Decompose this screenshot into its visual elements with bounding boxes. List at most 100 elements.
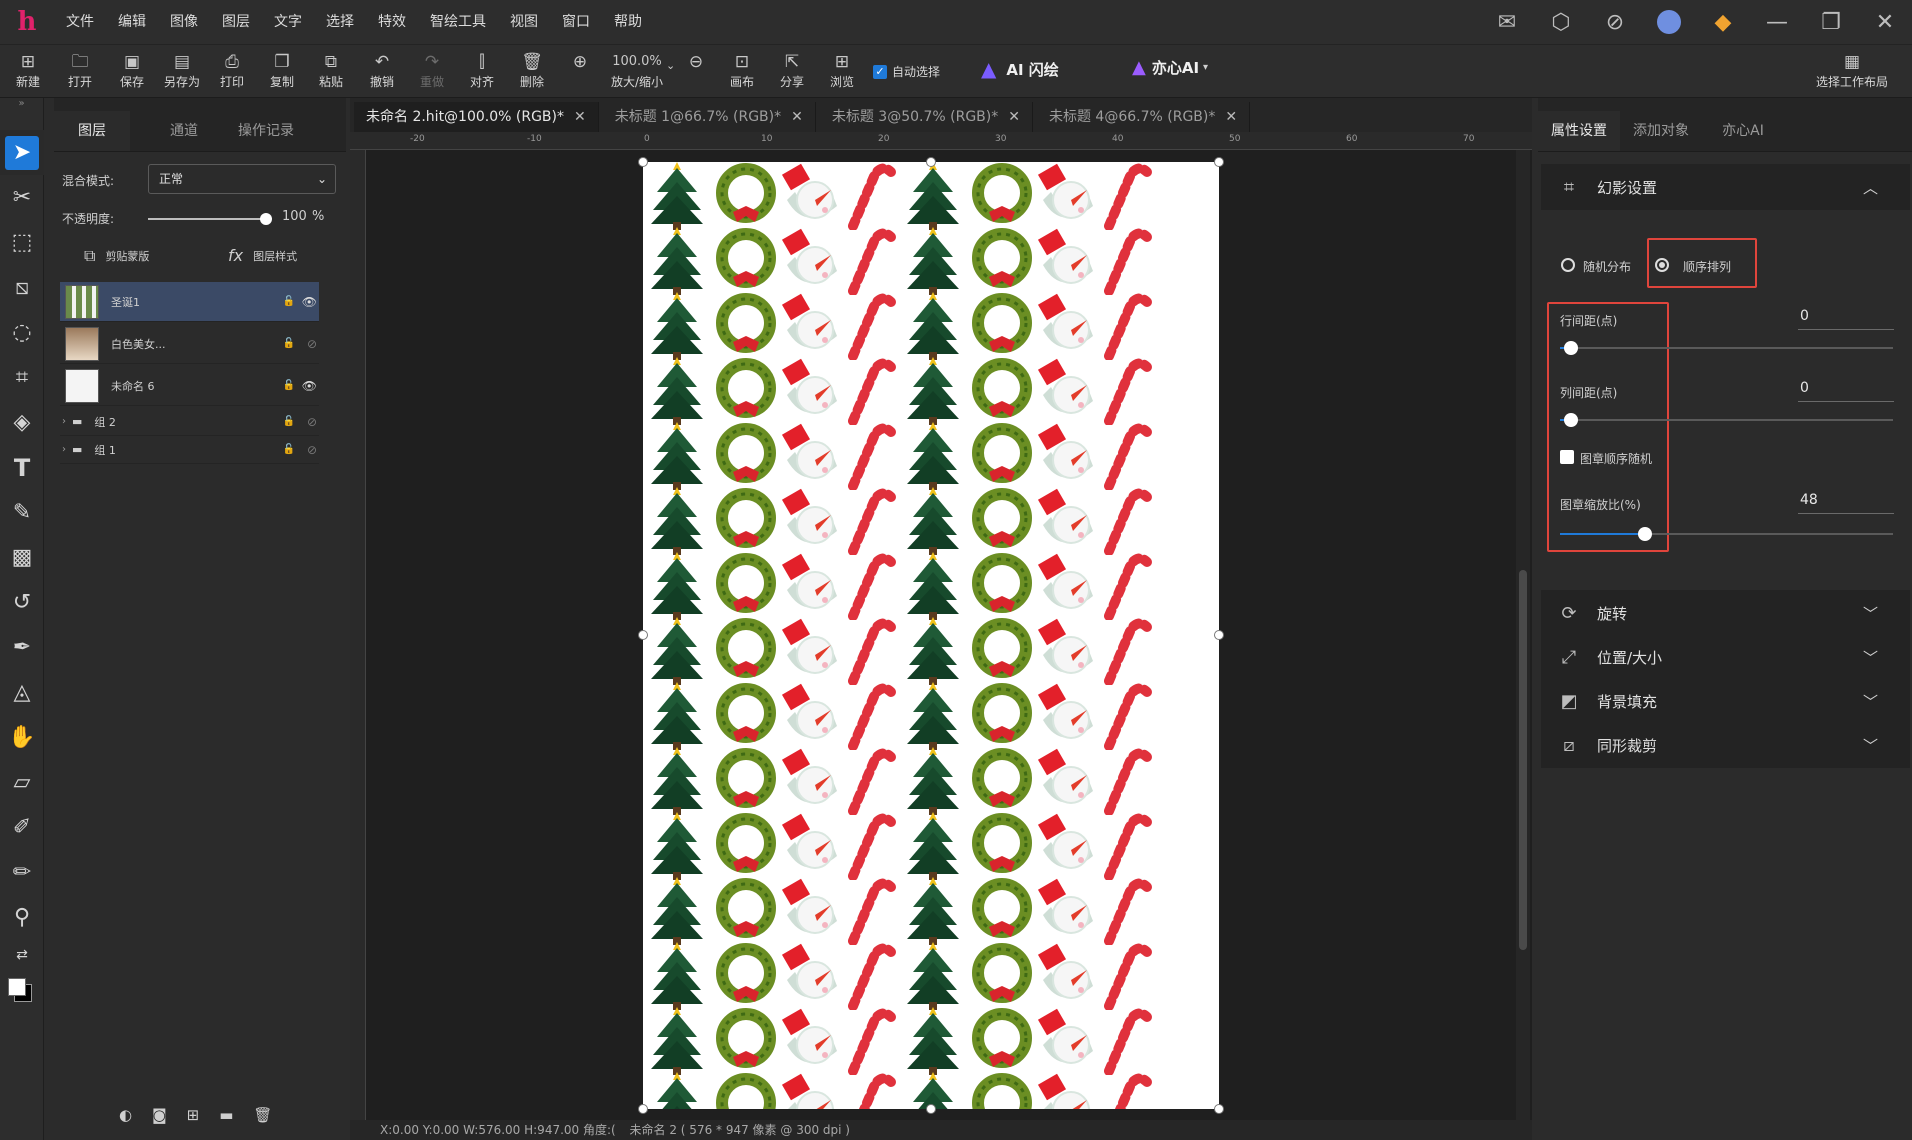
paste-button[interactable]: ⧉ 粘贴	[306, 51, 356, 97]
share-button[interactable]: ⇱ 分享	[767, 51, 817, 97]
layer-group-row[interactable]: › ▬ 组 1 🔓 ⊘	[60, 436, 319, 464]
lock-icon[interactable]: 🔓	[283, 338, 295, 349]
smart-cut-tool[interactable]: ✂	[0, 175, 44, 220]
menu-smart-tools[interactable]: 智绘工具	[418, 0, 498, 44]
tab-add-object[interactable]: 添加对象	[1620, 111, 1702, 151]
layer-row[interactable]: 白色美女... 🔓 ⊘	[60, 324, 319, 364]
lasso-tool[interactable]: ◌	[0, 310, 44, 355]
sequence-radio[interactable]	[1655, 258, 1669, 272]
auto-select-checkbox[interactable]: ✓ 自动选择	[873, 63, 940, 80]
move-tool[interactable]: ➤	[0, 130, 44, 175]
settings-hex-icon[interactable]: ⬡	[1534, 0, 1588, 44]
close-tab-icon[interactable]: ✕	[574, 109, 586, 125]
new-layer-icon[interactable]: ⊞	[187, 1106, 200, 1124]
resize-handle[interactable]	[1214, 630, 1224, 640]
opacity-slider-knob[interactable]	[260, 213, 272, 225]
column-spacing-slider[interactable]	[1560, 413, 1893, 427]
shape-tool[interactable]: ◬	[0, 670, 44, 715]
stamp-scale-slider[interactable]	[1560, 527, 1893, 541]
eye-hidden-icon[interactable]: ⊘	[307, 443, 317, 457]
layer-row[interactable]: 未命名 6 🔓 👁	[60, 366, 319, 406]
row-spacing-input[interactable]: 0	[1798, 308, 1894, 330]
opacity-slider[interactable]	[148, 213, 272, 225]
row-spacing-slider[interactable]	[1560, 341, 1893, 355]
resize-handle[interactable]	[926, 1104, 936, 1114]
doc-tab[interactable]: 未命名 2.hit@100.0% (RGB)* ✕	[354, 102, 599, 132]
doc-tab[interactable]: 未标题 3@50.7% (RGB)* ✕	[820, 102, 1033, 132]
restore-icon[interactable]: ❐	[1804, 0, 1858, 44]
section-rotate[interactable]: ⟳ 旋转 ﹀	[1541, 590, 1910, 636]
avatar[interactable]	[1642, 0, 1696, 44]
vertical-scrollbar[interactable]	[1516, 150, 1530, 1120]
undo-button[interactable]: ↶ 撤销	[357, 51, 407, 97]
compass-icon[interactable]: ⊘	[1588, 0, 1642, 44]
layer-row[interactable]: 圣诞1 🔓 👁	[60, 282, 319, 322]
menu-window[interactable]: 窗口	[550, 0, 602, 44]
yixin-ai-button[interactable]: ▲ 亦心AI ▾	[1132, 57, 1208, 78]
canvas-button[interactable]: ⊡ 画布	[717, 51, 767, 97]
crop-tool[interactable]: ⌗	[0, 355, 44, 400]
canvas-artwork[interactable]	[643, 162, 1219, 1109]
zoom-in-button[interactable]: ⊕	[555, 51, 605, 97]
eyedropper-tool[interactable]: ⚲	[0, 895, 44, 940]
healing-tool[interactable]: ✐	[0, 805, 44, 850]
section-shape-clip[interactable]: ⧄ 同形裁剪 ﹀	[1541, 722, 1910, 768]
history-brush-tool[interactable]: ↺	[0, 580, 44, 625]
resize-handle[interactable]	[926, 157, 936, 167]
delete-button[interactable]: 🗑 删除	[507, 51, 557, 97]
transform-tool[interactable]: ⧅	[0, 265, 44, 310]
resize-handle[interactable]	[1214, 157, 1224, 167]
slider-knob[interactable]	[1564, 413, 1578, 427]
zoom-control[interactable]: 100.0% 放大/缩小	[600, 51, 674, 97]
menu-select[interactable]: 选择	[314, 0, 366, 44]
menu-file[interactable]: 文件	[54, 0, 106, 44]
lock-icon[interactable]: 🔓	[283, 416, 295, 427]
resize-handle[interactable]	[638, 1104, 648, 1114]
menu-layer[interactable]: 图层	[210, 0, 262, 44]
pen-tool[interactable]: ✒	[0, 625, 44, 670]
doc-tab[interactable]: 未标题 1@66.7% (RGB)* ✕	[603, 102, 816, 132]
lock-icon[interactable]: 🔓	[283, 296, 295, 307]
section-background-fill[interactable]: ◩ 背景填充 ﹀	[1541, 678, 1910, 724]
mask-icon[interactable]: ◙	[152, 1106, 167, 1124]
browse-button[interactable]: ⊞ 浏览	[817, 51, 867, 97]
color-swatches[interactable]	[0, 970, 44, 1015]
tab-channels[interactable]: 通道	[146, 111, 222, 151]
random-order-checkbox[interactable]	[1560, 450, 1574, 464]
menu-help[interactable]: 帮助	[602, 0, 654, 44]
mail-icon[interactable]: ✉	[1480, 0, 1534, 44]
open-button[interactable]: 🗀 打开	[55, 51, 105, 97]
tab-history[interactable]: 操作记录	[228, 111, 304, 151]
eye-hidden-icon[interactable]: ⊘	[307, 337, 317, 351]
redo-button[interactable]: ↷ 重做	[407, 51, 457, 97]
random-distribution-radio[interactable]	[1561, 258, 1575, 272]
swap-colors-button[interactable]: ⇄	[0, 940, 44, 970]
menu-image[interactable]: 图像	[158, 0, 210, 44]
eye-icon[interactable]: 👁	[302, 295, 317, 309]
close-tab-icon[interactable]: ✕	[791, 109, 803, 125]
save-as-button[interactable]: ▤ 另存为	[157, 51, 207, 97]
workspace-layout-button[interactable]: ▦ 选择工作布局	[1808, 51, 1896, 97]
menu-view[interactable]: 视图	[498, 0, 550, 44]
save-button[interactable]: ▣ 保存	[107, 51, 157, 97]
section-position-size[interactable]: ⤢ 位置/大小 ﹀	[1541, 634, 1910, 680]
scrollbar-thumb[interactable]	[1519, 570, 1527, 950]
menu-text[interactable]: 文字	[262, 0, 314, 44]
adjustment-layer-icon[interactable]: ◐	[119, 1106, 132, 1124]
layer-group-row[interactable]: › ▬ 组 2 🔓 ⊘	[60, 408, 319, 436]
fill-tool[interactable]: ◈	[0, 400, 44, 445]
brush-tool[interactable]: ✎	[0, 490, 44, 535]
expand-arrow-icon[interactable]: ›	[62, 444, 66, 455]
blend-mode-select[interactable]: 正常 ⌄	[148, 164, 336, 194]
minimize-icon[interactable]: —	[1750, 0, 1804, 44]
menu-effects[interactable]: 特效	[366, 0, 418, 44]
resize-handle[interactable]	[638, 157, 648, 167]
menu-edit[interactable]: 编辑	[106, 0, 158, 44]
foreground-color-swatch[interactable]	[8, 978, 26, 996]
tab-layers[interactable]: 图层	[54, 111, 130, 151]
opacity-value[interactable]: 100	[282, 209, 307, 224]
lock-icon[interactable]: 🔓	[283, 444, 295, 455]
new-group-icon[interactable]: ▬	[219, 1106, 233, 1124]
column-spacing-input[interactable]: 0	[1798, 380, 1894, 402]
marquee-tool[interactable]: ⬚	[0, 220, 44, 265]
